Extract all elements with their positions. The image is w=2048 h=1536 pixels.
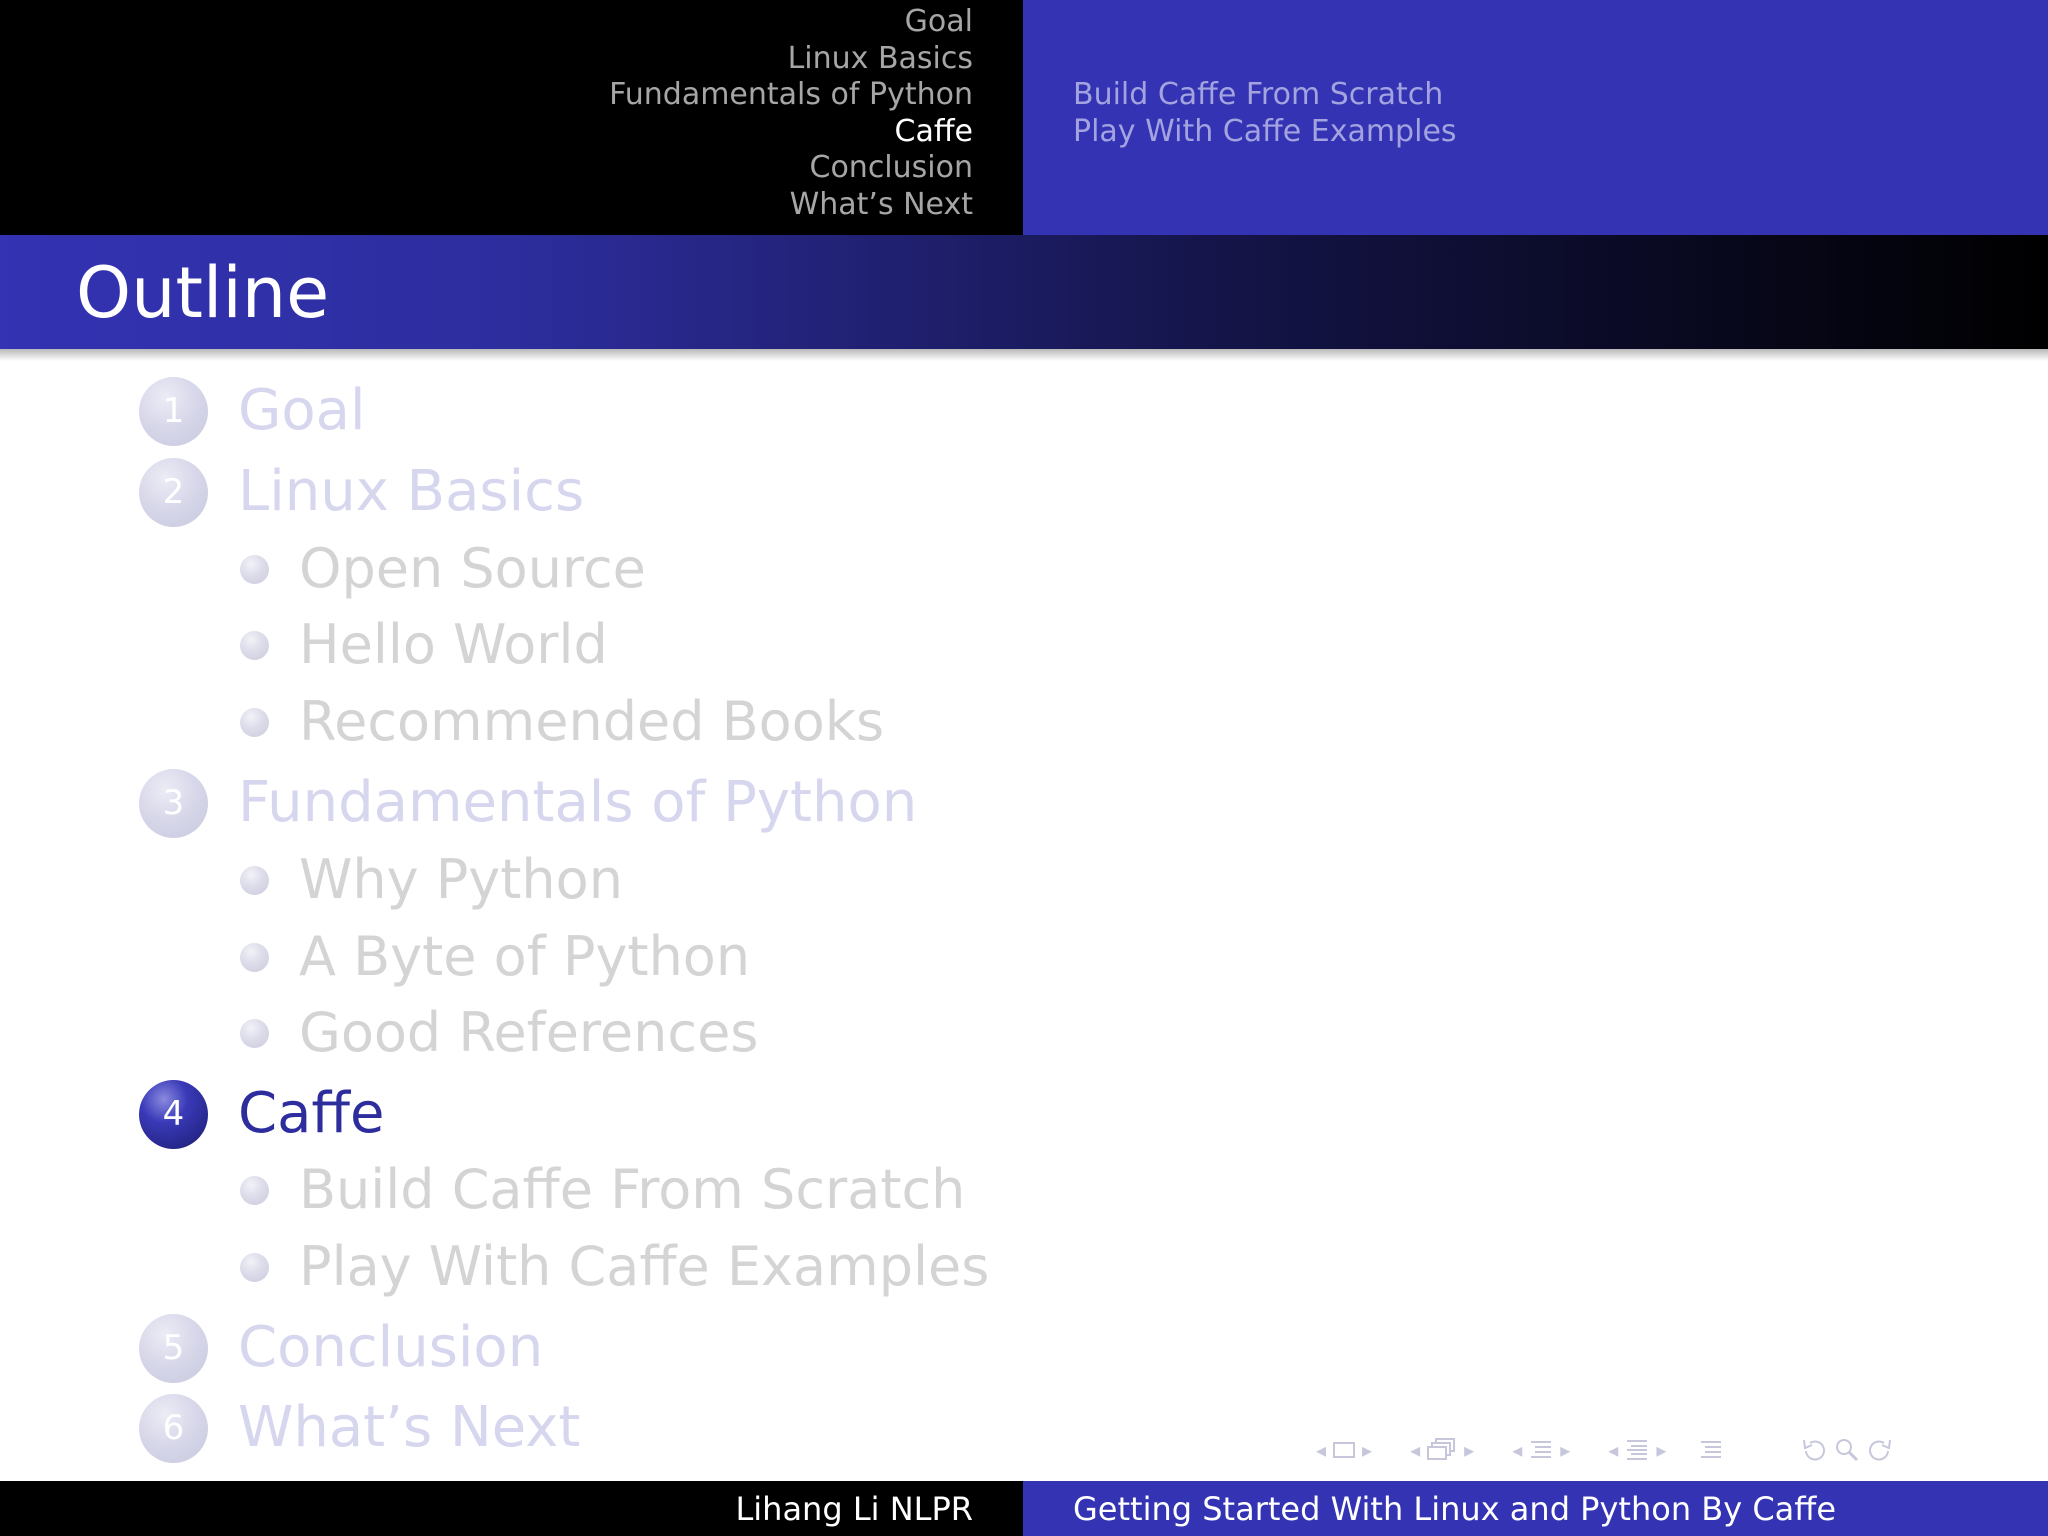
header-section-conclusion[interactable]: Conclusion [609, 150, 974, 187]
outline-section-label: Fundamentals of Python [238, 770, 918, 835]
footer-title: Getting Started With Linux and Python By… [1073, 1490, 1837, 1528]
bullet-icon [240, 1175, 269, 1205]
search-icon[interactable] [1834, 1437, 1860, 1463]
section-number-ball: 1 [139, 376, 208, 446]
outline-section-linux-basics[interactable]: 2 Linux Basics [139, 457, 584, 527]
outline-subsection-play-with-caffe[interactable]: Play With Caffe Examples [240, 1235, 989, 1299]
bullet-icon [240, 707, 269, 737]
frame-title: Outline [76, 252, 330, 334]
subsection-list: Build Caffe From Scratch Play With Caffe… [1073, 77, 1457, 150]
frame-nav-icon[interactable] [1332, 1440, 1356, 1460]
outline-subsection-hello-world[interactable]: Hello World [240, 613, 608, 677]
outline-section-whats-next[interactable]: 6 What’s Next [139, 1393, 580, 1463]
prev-subsection-arrow-icon[interactable]: ◂ [1410, 1438, 1420, 1462]
frame-title-bar: Outline [0, 235, 2048, 349]
section-nav: ◂ ▸ [1506, 1438, 1576, 1462]
header-subsection-build-caffe[interactable]: Build Caffe From Scratch [1073, 77, 1457, 114]
header-subsection-play-with-caffe[interactable]: Play With Caffe Examples [1073, 114, 1457, 151]
section-number-ball: 3 [139, 768, 208, 838]
header-subsection-nav: Build Caffe From Scratch Play With Caffe… [1023, 0, 2048, 235]
header-section-whats-next[interactable]: What’s Next [609, 187, 973, 224]
bullet-icon [240, 1018, 269, 1048]
outline-subsection-recommended-books[interactable]: Recommended Books [240, 690, 884, 754]
outline-subsection-label: Play With Caffe Examples [299, 1235, 990, 1298]
outline-subsection-label: Good References [299, 1001, 759, 1064]
bullet-icon [240, 554, 269, 584]
title-shadow [0, 349, 2048, 361]
next-document-arrow-icon[interactable]: ▸ [1656, 1438, 1666, 1462]
outline-subsection-label: Recommended Books [299, 690, 885, 753]
prev-frame-arrow-icon[interactable]: ◂ [1316, 1438, 1326, 1462]
outline-section-conclusion[interactable]: 5 Conclusion [139, 1313, 543, 1383]
bullet-icon [240, 942, 269, 972]
section-number-ball: 2 [139, 457, 208, 527]
prev-document-arrow-icon[interactable]: ◂ [1608, 1438, 1618, 1462]
subsection-nav-icon[interactable] [1426, 1437, 1458, 1463]
frame-nav: ◂ ▸ [1310, 1438, 1378, 1462]
forward-icon[interactable] [1866, 1437, 1894, 1463]
outline-section-label: What’s Next [238, 1395, 581, 1460]
bullet-icon [240, 630, 269, 660]
next-subsection-arrow-icon[interactable]: ▸ [1464, 1438, 1474, 1462]
navigation-symbols: ◂ ▸ ◂ ▸ ◂ ▸ ◂ ▸ [1310, 1432, 2035, 1468]
subsection-nav: ◂ ▸ [1404, 1437, 1480, 1463]
outline-subsection-label: Build Caffe From Scratch [299, 1158, 966, 1221]
header-section-caffe[interactable]: Caffe [609, 114, 973, 151]
section-number-ball: 5 [139, 1313, 208, 1383]
next-section-arrow-icon[interactable]: ▸ [1560, 1438, 1570, 1462]
bullet-icon [240, 1252, 269, 1282]
outline-section-label: Conclusion [238, 1315, 544, 1380]
footer-title-bar: Getting Started With Linux and Python By… [1023, 1481, 2048, 1536]
header-section-fundamentals-of-python[interactable]: Fundamentals of Python [609, 77, 973, 114]
outline-subsection-open-source[interactable]: Open Source [240, 537, 646, 601]
outline-section-label: Linux Basics [238, 459, 585, 524]
outline-section-goal[interactable]: 1 Goal [139, 376, 366, 446]
outline-subsection-build-caffe[interactable]: Build Caffe From Scratch [240, 1158, 965, 1222]
outline-subsection-label: A Byte of Python [299, 925, 751, 988]
section-list: Goal Linux Basics Fundamentals of Python… [609, 4, 973, 224]
toc-icon[interactable] [1698, 1438, 1724, 1462]
section-number-ball: 4 [139, 1079, 208, 1149]
outline-subsection-why-python[interactable]: Why Python [240, 848, 623, 912]
outline-section-label: Caffe [238, 1081, 385, 1146]
document-nav-icon[interactable] [1624, 1438, 1650, 1462]
header-section-linux-basics[interactable]: Linux Basics [609, 41, 973, 78]
document-nav: ◂ ▸ [1602, 1438, 1672, 1462]
footer-author-bar: Lihang Li NLPR [0, 1481, 1023, 1536]
outline-subsection-good-references[interactable]: Good References [240, 1001, 758, 1065]
back-icon[interactable] [1800, 1437, 1828, 1463]
bullet-icon [240, 865, 269, 895]
search-nav [1800, 1437, 1894, 1463]
footer-author: Lihang Li NLPR [735, 1490, 973, 1528]
outline-subsection-label: Open Source [299, 537, 646, 600]
outline-section-caffe[interactable]: 4 Caffe [139, 1079, 384, 1149]
outline-subsection-label: Hello World [299, 613, 608, 676]
next-frame-arrow-icon[interactable]: ▸ [1362, 1438, 1372, 1462]
prev-section-arrow-icon[interactable]: ◂ [1512, 1438, 1522, 1462]
outline-subsection-label: Why Python [299, 848, 623, 911]
section-number-ball: 6 [139, 1393, 208, 1463]
outline-subsection-a-byte-of-python[interactable]: A Byte of Python [240, 925, 750, 989]
outline-section-fundamentals-of-python[interactable]: 3 Fundamentals of Python [139, 768, 917, 838]
section-nav-icon[interactable] [1528, 1438, 1554, 1462]
header-section-nav: Goal Linux Basics Fundamentals of Python… [0, 0, 1023, 235]
header-section-goal[interactable]: Goal [609, 4, 973, 41]
outline-section-label: Goal [238, 378, 366, 443]
toc-nav [1698, 1438, 1724, 1462]
